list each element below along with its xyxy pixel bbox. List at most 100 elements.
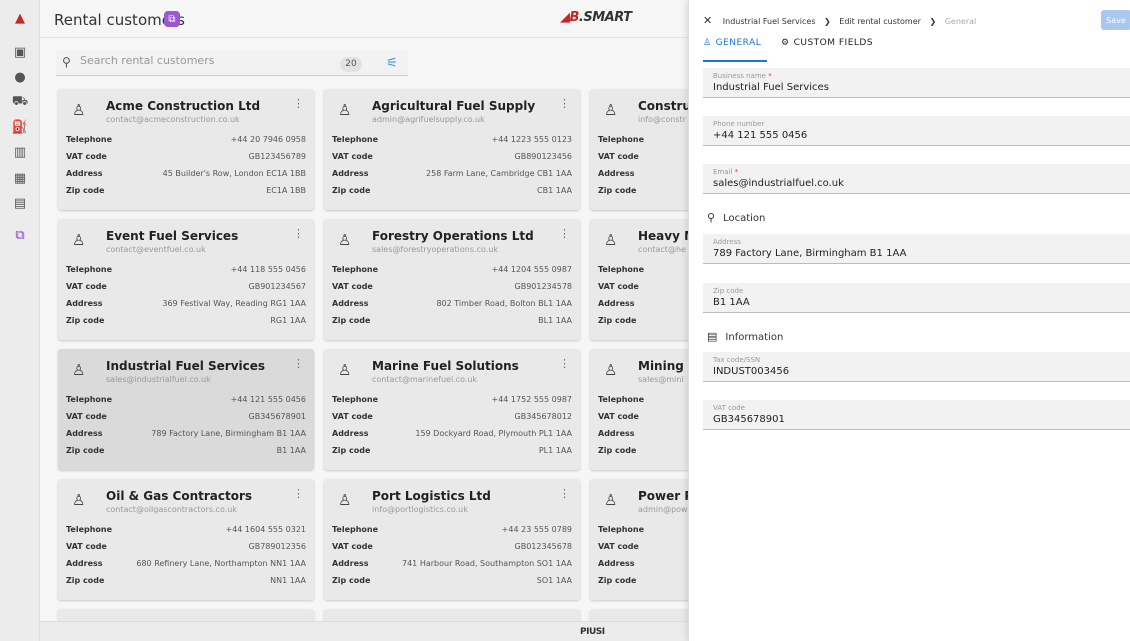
detail-value: 258 Farm Lane, Cambridge CB1 1AA [426,169,572,178]
more-vert-icon[interactable]: ⋮ [559,487,570,500]
card-detail-row: VAT code GB345678012 [332,412,572,427]
left-nav-rail: ▲ ▣ ● ⛟ ⛽ ▥ ▦ ▤ ⧉ [0,0,40,641]
customer-card[interactable]: ♙ Event Fuel Services contact@eventfuel.co… [58,219,314,340]
more-vert-icon[interactable]: ⋮ [293,487,304,500]
chevron-right-icon: ❯ [824,17,831,26]
droplet-icon[interactable]: ▲ [10,8,30,28]
customer-avatar-icon: ♙ [338,491,352,509]
detail-value: GB012345678 [514,542,573,551]
customer-avatar-icon: ♙ [338,361,352,379]
close-icon[interactable]: ✕ [703,14,712,27]
customer-card[interactable]: ♙ Port Logistics Ltd info@portlogistics.co… [324,479,580,600]
customer-name: Forestry Operations Ltd [372,229,534,243]
detail-value: GB789012356 [248,542,307,551]
result-count-badge: 20 [340,57,362,72]
phone-number-field[interactable]: Phone number +44 121 555 0456 [703,116,1130,146]
card-detail-row: Address 680 Refinery Lane, Northampton NN… [66,559,306,574]
detail-value: GB345678901 [248,412,307,421]
detail-value: B1 1AA [276,446,306,455]
email-field[interactable]: Email * sales@industrialfuel.co.uk [703,164,1130,194]
customer-email: contact@marinefuel.co.uk [372,375,478,384]
customer-card[interactable]: ♙ Oil & Gas Contractors contact@oilgascont… [58,479,314,600]
customer-email: contact@oilgascontractors.co.uk [106,505,237,514]
search-icon: ⚲ [62,55,71,69]
detail-label: VAT code [66,152,107,161]
customer-avatar-icon: ♙ [72,491,86,509]
detail-label: VAT code [598,542,639,551]
detail-value: 741 Harbour Road, Southampton SO1 1AA [402,559,572,568]
customer-card[interactable]: ♙ Industrial Fuel Services sales@industria… [58,349,314,470]
breadcrumb-item[interactable]: Edit rental customer [839,17,921,26]
monitor-icon[interactable]: ▣ [10,42,30,62]
detail-value: GB345678012 [514,412,573,421]
card-detail-row: VAT code GB901234567 [66,282,306,297]
customer-email: sales@forestryoperations.co.uk [372,245,498,254]
breadcrumb-item[interactable]: Industrial Fuel Services [723,17,816,26]
detail-label: Address [66,169,103,178]
tab-custom-fields[interactable]: ⚙ CUSTOM FIELDS [781,38,881,62]
customer-card[interactable] [58,609,314,621]
detail-label: Address [332,169,369,178]
customer-avatar-icon: ♙ [72,231,86,249]
save-button[interactable]: Save [1101,10,1130,30]
detail-label: Telephone [66,135,113,144]
customer-avatar-icon: ♙ [604,491,618,509]
more-vert-icon[interactable]: ⋮ [559,227,570,240]
piusi-logo: PIUSI [580,627,605,637]
detail-label: Zip code [332,576,371,585]
customer-avatar-icon: ♙ [604,101,618,119]
main-content: Rental customers ⧉ ◢B.SMART ⚲ 20 ⚟ ♙ Acme… [40,0,846,641]
truck-icon[interactable]: ⛟ [10,92,30,112]
vat-code-value: GB345678901 [713,414,785,425]
zip-code-field[interactable]: Zip code B1 1AA [703,283,1130,313]
detail-label: Telephone [66,265,113,274]
detail-value: GB890123456 [514,152,573,161]
detail-label: Telephone [598,525,645,534]
detail-value: 680 Refinery Lane, Northampton NN1 1AA [136,559,306,568]
more-vert-icon[interactable]: ⋮ [293,97,304,110]
more-vert-icon[interactable]: ⋮ [559,97,570,110]
tax-code-field[interactable]: Tax code/SSN INDUST003456 [703,352,1130,382]
vat-code-field[interactable]: VAT code GB345678901 [703,400,1130,430]
gears-icon: ⚙ [781,38,790,48]
email-value: sales@industrialfuel.co.uk [713,178,844,189]
tab-general[interactable]: ♙ GENERAL [703,38,767,62]
station-icon[interactable]: ▦ [10,168,30,188]
detail-label: VAT code [332,282,373,291]
customer-card[interactable]: ♙ Acme Construction Ltd contact@acmeconstr… [58,89,314,210]
detail-label: VAT code [332,152,373,161]
rental-icon[interactable]: ⧉ [10,225,30,245]
detail-label: Zip code [332,186,371,195]
detail-value: 369 Festival Way, Reading RG1 1AA [162,299,306,308]
customer-name: Industrial Fuel Services [106,359,266,373]
filter-icon[interactable]: ⚟ [382,54,402,74]
search-input[interactable] [80,54,330,67]
detail-label: Address [332,429,369,438]
more-vert-icon[interactable]: ⋮ [559,357,570,370]
address-field[interactable]: Address 789 Factory Lane, Birmingham B1 … [703,234,1130,264]
customer-avatar-icon: ♙ [72,361,86,379]
customer-card[interactable]: ♙ Forestry Operations Ltd sales@forestryop… [324,219,580,340]
pump-icon[interactable]: ⛽ [10,117,30,137]
detail-label: VAT code [332,412,373,421]
customer-email: contact@acmeconstruction.co.uk [106,115,240,124]
customer-card[interactable]: ♙ Agricultural Fuel Supply admin@agrifuels… [324,89,580,210]
customer-email: admin@agrifuelsupply.co.uk [372,115,485,124]
card-detail-row: Address 159 Dockyard Road, Plymouth PL1 1… [332,429,572,444]
map-icon[interactable]: ▤ [10,193,30,213]
more-vert-icon[interactable]: ⋮ [293,357,304,370]
customer-email: admin@pow [638,505,688,514]
business-name-field[interactable]: Business name * Industrial Fuel Services [703,68,1130,98]
customer-email: sales@mini [638,375,684,384]
chart-icon[interactable]: ▥ [10,142,30,162]
bsmart-logo: ◢B.SMART [560,10,632,25]
more-vert-icon[interactable]: ⋮ [293,227,304,240]
detail-label: Zip code [598,186,637,195]
customer-card[interactable] [324,609,580,621]
user-icon[interactable]: ● [10,67,30,87]
detail-label: Zip code [598,316,637,325]
bottom-bar: PIUSI [40,621,688,641]
customer-name: Oil & Gas Contractors [106,489,253,503]
customer-card[interactable]: ♙ Marine Fuel Solutions contact@marinefuel… [324,349,580,470]
edit-customer-panel: ✕ Industrial Fuel Services ❯ Edit rental… [688,0,1130,641]
